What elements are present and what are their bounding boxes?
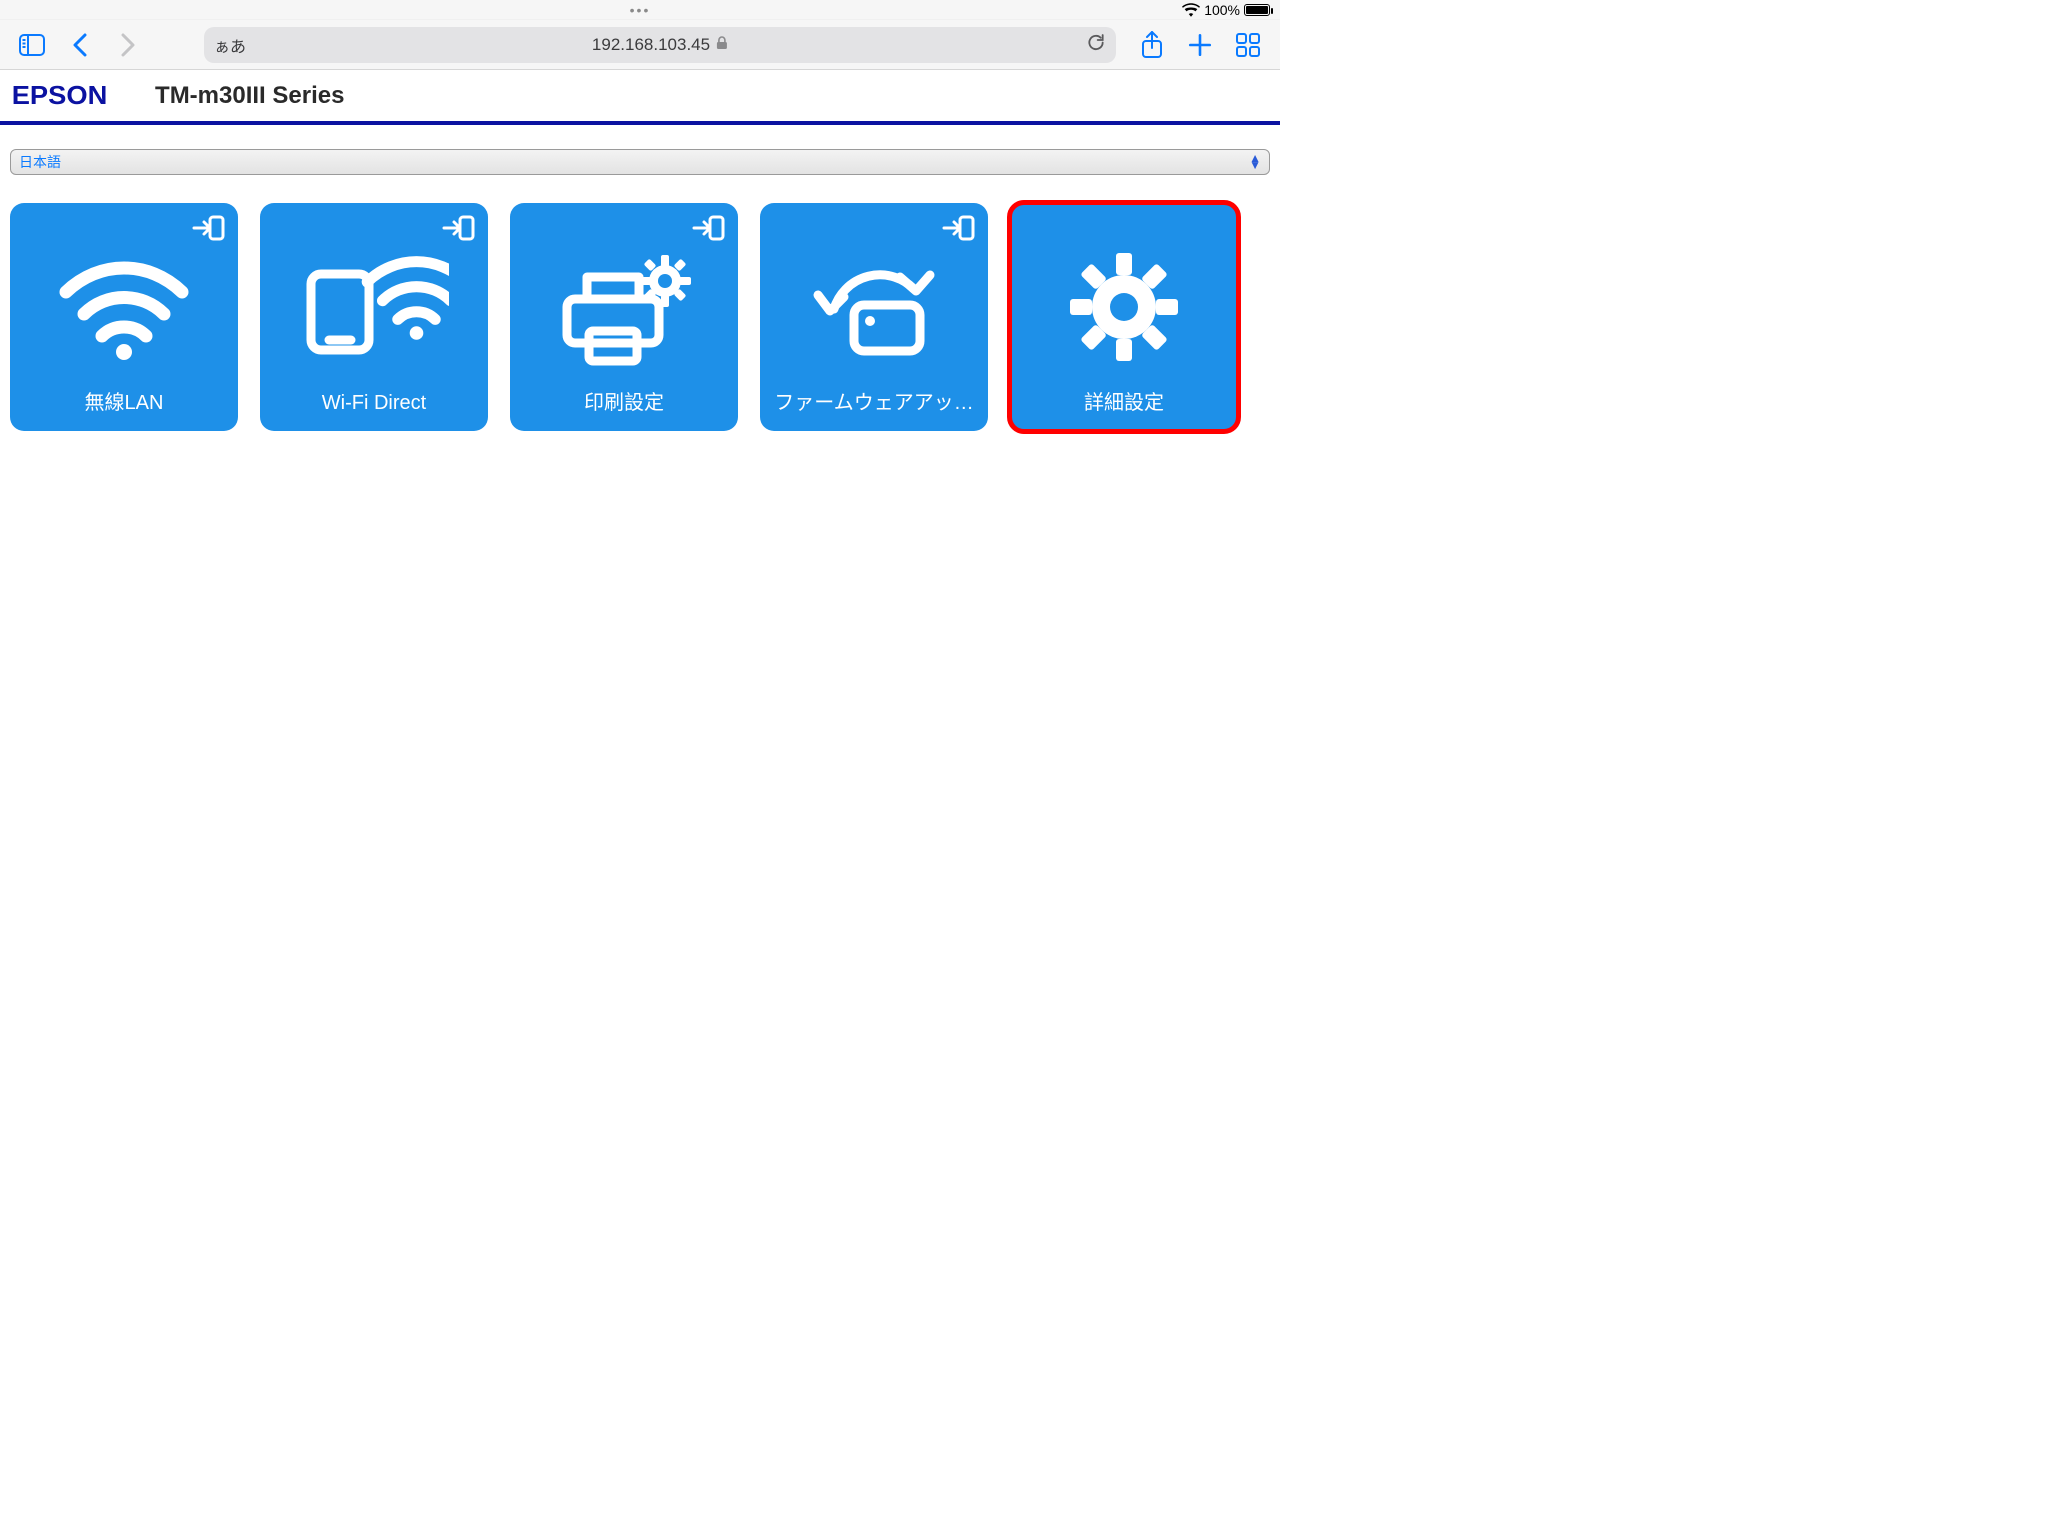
reader-mode-button[interactable]: ぁあ xyxy=(214,33,246,57)
printer-model: TM-m30III Series xyxy=(155,82,344,110)
tile-wireless-lan[interactable]: 無線LAN xyxy=(10,203,238,431)
epson-logo: EPSON xyxy=(12,80,108,111)
address-bar[interactable]: ぁあ 192.168.103.45 xyxy=(204,27,1116,63)
page-header: EPSON TM-m30III Series xyxy=(0,70,1280,125)
gear-icon xyxy=(1064,247,1184,367)
forward-button[interactable] xyxy=(108,25,148,65)
tile-label: 無線LAN xyxy=(10,386,238,415)
external-link-icon xyxy=(692,213,726,248)
wifi-status-icon xyxy=(1182,3,1200,17)
battery-percentage: 100% xyxy=(1204,2,1240,18)
browser-toolbar: ぁあ 192.168.103.45 xyxy=(0,20,1280,70)
sidebar-toggle-button[interactable] xyxy=(12,25,52,65)
share-button[interactable] xyxy=(1132,25,1172,65)
language-selected-value: 日本語 xyxy=(19,152,61,172)
tile-advanced-settings[interactable]: 詳細設定 xyxy=(1010,203,1238,431)
select-chevrons-icon: ▲▼ xyxy=(1249,155,1261,169)
external-link-icon xyxy=(442,213,476,248)
language-select[interactable]: 日本語 ▲▼ xyxy=(10,149,1270,175)
multitasking-dots-icon: ••• xyxy=(630,3,651,17)
tile-firmware-update[interactable]: ファームウェアアッ… xyxy=(760,203,988,431)
wifi-icon xyxy=(54,252,194,362)
printer-gear-icon xyxy=(549,247,699,367)
tabs-overview-button[interactable] xyxy=(1228,25,1268,65)
wifi-direct-icon xyxy=(299,252,449,362)
external-link-icon xyxy=(192,213,226,248)
back-button[interactable] xyxy=(60,25,100,65)
tile-wifi-direct[interactable]: Wi-Fi Direct xyxy=(260,203,488,431)
external-link-icon xyxy=(942,213,976,248)
new-tab-button[interactable] xyxy=(1180,25,1220,65)
tile-label: Wi-Fi Direct xyxy=(260,392,488,415)
ipad-status-bar: ••• 100% xyxy=(0,0,1280,20)
tile-label: ファームウェアアッ… xyxy=(760,386,988,415)
tile-label: 詳細設定 xyxy=(1010,386,1238,415)
firmware-update-icon xyxy=(804,247,944,367)
page-url: 192.168.103.45 xyxy=(592,35,710,55)
tile-print-settings[interactable]: 印刷設定 xyxy=(510,203,738,431)
battery-icon xyxy=(1244,4,1270,16)
lock-icon xyxy=(716,35,728,55)
tile-label: 印刷設定 xyxy=(510,386,738,415)
tiles-grid: 無線LAN Wi-Fi Direct xyxy=(0,185,1280,431)
reload-button[interactable] xyxy=(1086,32,1106,57)
